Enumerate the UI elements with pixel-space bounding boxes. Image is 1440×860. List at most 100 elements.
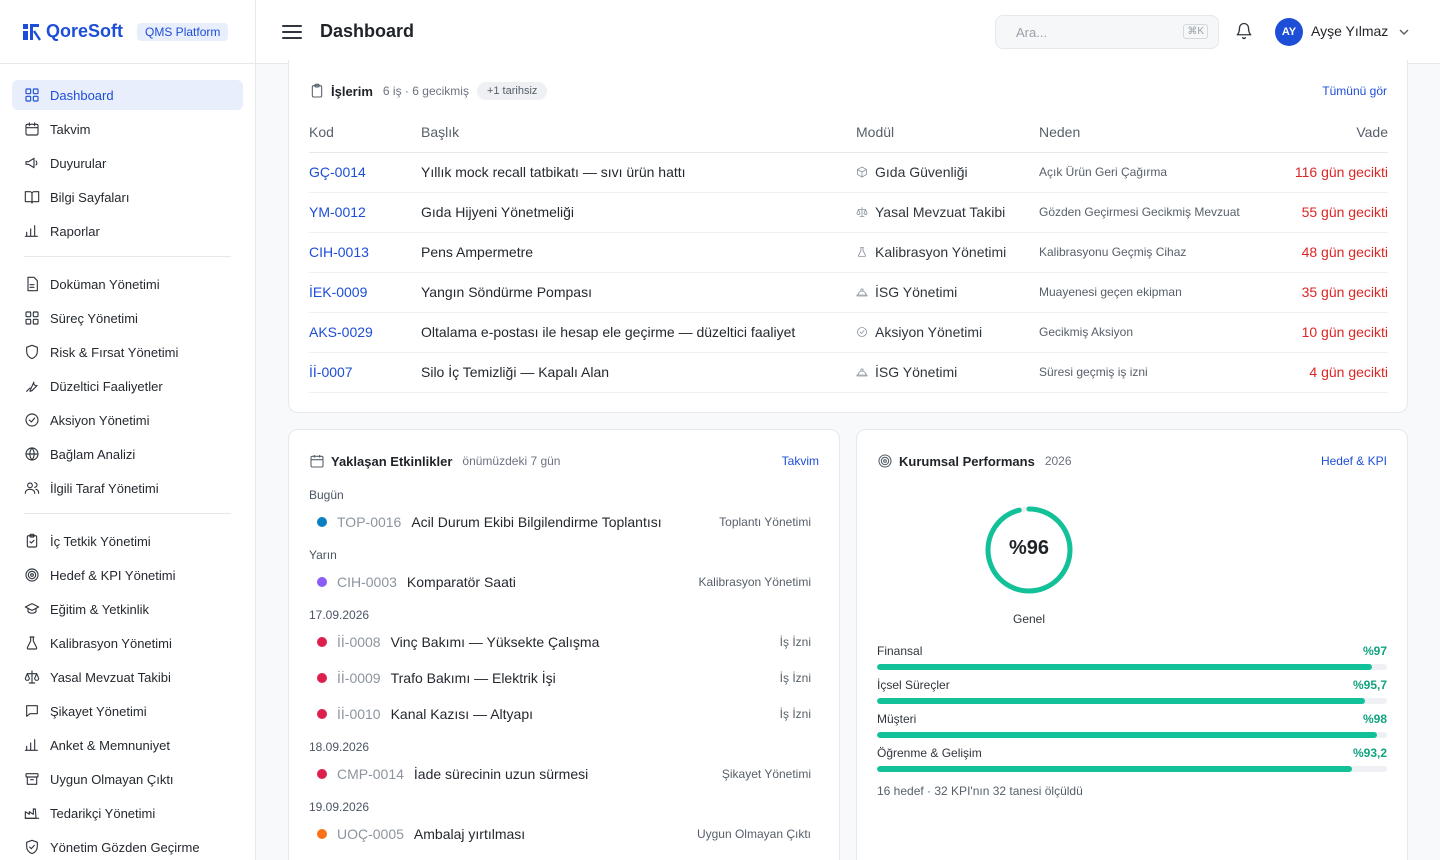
task-title[interactable]: Yıllık mock recall tatbikatı — sıvı ürün… bbox=[421, 152, 856, 193]
sidebar-item-süreç-yönetimi[interactable]: Süreç Yönetimi bbox=[12, 303, 243, 333]
sidebar-item-i-lgili-taraf-yönetimi[interactable]: İlgili Taraf Yönetimi bbox=[12, 473, 243, 503]
event-code[interactable]: CIH-0003 bbox=[337, 574, 397, 590]
sidebar-item-doküman-yönetimi[interactable]: Doküman Yönetimi bbox=[12, 269, 243, 299]
graduation-cap-icon bbox=[24, 601, 40, 617]
column-header-module[interactable]: Modül bbox=[856, 112, 1039, 153]
sidebar-item-label: Duyurular bbox=[50, 155, 107, 171]
chevron-down-icon[interactable] bbox=[1398, 26, 1410, 38]
event-code[interactable]: İİ-0010 bbox=[337, 706, 381, 722]
task-title[interactable]: Pens Ampermetre bbox=[421, 232, 856, 273]
event-title[interactable]: Acil Durum Ekibi Bilgilendirme Toplantıs… bbox=[411, 514, 661, 530]
corporate-performance-card: Kurumsal Performans 2026 Hedef & KPI %96… bbox=[856, 429, 1408, 860]
search-box[interactable]: ⌘K bbox=[995, 15, 1219, 49]
user-name[interactable]: Ayşe Yılmaz bbox=[1311, 23, 1388, 39]
status-dot bbox=[317, 673, 327, 683]
kpi-link[interactable]: Hedef & KPI bbox=[1321, 454, 1387, 468]
sidebar-item-şikayet-yönetimi[interactable]: Şikayet Yönetimi bbox=[12, 696, 243, 726]
task-code[interactable]: GÇ-0014 bbox=[309, 152, 421, 193]
sidebar-item-tedarikçi-yönetimi[interactable]: Tedarikçi Yönetimi bbox=[12, 798, 243, 828]
event-title[interactable]: Kanal Kazısı — Altyapı bbox=[391, 706, 533, 722]
table-row[interactable]: GÇ-0014 Yıllık mock recall tatbikatı — sı… bbox=[309, 152, 1388, 193]
task-reason: Gecikmiş Aksiyon bbox=[1039, 312, 1259, 353]
kpi-row[interactable]: Öğrenme & Gelişim %93,2 bbox=[877, 746, 1387, 772]
task-code[interactable]: CIH-0013 bbox=[309, 232, 421, 273]
table-row[interactable]: İİ-0007 Silo İç Temizliği — Kapalı Alan İS… bbox=[309, 352, 1388, 393]
sidebar-item-düzeltici-faaliyetler[interactable]: Düzeltici Faaliyetler bbox=[12, 371, 243, 401]
task-code[interactable]: AKS-0029 bbox=[309, 312, 421, 353]
kpi-row[interactable]: İçsel Süreçler %95,7 bbox=[877, 678, 1387, 704]
globe-icon bbox=[24, 446, 40, 462]
sidebar-item-aksiyon-yönetimi[interactable]: Aksiyon Yönetimi bbox=[12, 405, 243, 435]
task-reason: Gözden Geçirmesi Gecikmiş Mevzuat bbox=[1039, 192, 1259, 233]
list-item[interactable]: İİ-0009 Trafo Bakımı — Elektrik İşi İş İzn… bbox=[309, 668, 811, 688]
sidebar-item-raporlar[interactable]: Raporlar bbox=[12, 216, 243, 246]
sidebar-item-duyurular[interactable]: Duyurular bbox=[12, 148, 243, 178]
sidebar-item-label: Tedarikçi Yönetimi bbox=[50, 805, 156, 821]
list-item[interactable]: CIH-0003 Komparatör Saati Kalibrasyon Yöne… bbox=[309, 572, 811, 592]
sidebar-item-label: İç Tetkik Yönetimi bbox=[50, 533, 151, 549]
task-title[interactable]: Silo İç Temizliği — Kapalı Alan bbox=[421, 352, 856, 393]
list-item[interactable]: UOÇ-0005 Ambalaj yırtılması Uygun Olmayan … bbox=[309, 824, 811, 844]
event-code[interactable]: UOÇ-0005 bbox=[337, 826, 404, 842]
sidebar-item-yönetim-gözden-geçirme[interactable]: Yönetim Gözden Geçirme bbox=[12, 832, 243, 860]
event-code[interactable]: İİ-0008 bbox=[337, 634, 381, 650]
task-title[interactable]: Oltalama e-postası ile hesap ele geçirme… bbox=[421, 312, 856, 353]
sidebar-item-bağlam-analizi[interactable]: Bağlam Analizi bbox=[12, 439, 243, 469]
sidebar-item-risk-fırsat-yönetimi[interactable]: Risk & Fırsat Yönetimi bbox=[12, 337, 243, 367]
sidebar-item-label: Bilgi Sayfaları bbox=[50, 189, 130, 205]
list-item[interactable]: İİ-0010 Kanal Kazısı — Altyapı İş İzni bbox=[309, 704, 811, 724]
sidebar-item-hedef-kpi-yönetimi[interactable]: Hedef & KPI Yönetimi bbox=[12, 560, 243, 590]
table-row[interactable]: YM-0012 Gıda Hijyeni Yönetmeliği Yasal Mev… bbox=[309, 192, 1388, 233]
undated-pill[interactable]: +1 tarihsiz bbox=[476, 82, 548, 100]
event-title[interactable]: Ambalaj yırtılması bbox=[414, 826, 525, 842]
task-code[interactable]: YM-0012 bbox=[309, 192, 421, 233]
wrench-icon bbox=[24, 378, 40, 394]
list-item[interactable]: TOP-0016 Acil Durum Ekibi Bilgilendirme T… bbox=[309, 512, 811, 532]
sidebar-item-takvim[interactable]: Takvim bbox=[12, 114, 243, 144]
sidebar-item-bilgi-sayfaları[interactable]: Bilgi Sayfaları bbox=[12, 182, 243, 212]
sidebar-item-dashboard[interactable]: Dashboard bbox=[12, 80, 243, 110]
event-code[interactable]: CMP-0014 bbox=[337, 766, 404, 782]
event-code[interactable]: TOP-0016 bbox=[337, 514, 401, 530]
table-row[interactable]: AKS-0029 Oltalama e-postası ile hesap ele… bbox=[309, 312, 1388, 353]
column-header-code[interactable]: Kod bbox=[309, 112, 421, 153]
calendar-link[interactable]: Takvim bbox=[782, 454, 819, 468]
card-title: İşlerim bbox=[331, 83, 373, 99]
task-title[interactable]: Gıda Hijyeni Yönetmeliği bbox=[421, 192, 856, 233]
avatar[interactable]: AY bbox=[1275, 18, 1303, 46]
event-title[interactable]: Vinç Bakımı — Yüksekte Çalışma bbox=[391, 634, 600, 650]
search-input[interactable] bbox=[1016, 24, 1166, 40]
list-item[interactable]: İİ-0008 Vinç Bakımı — Yüksekte Çalışma İş … bbox=[309, 632, 811, 652]
sidebar-item-uygun-olmayan-çıktı[interactable]: Uygun Olmayan Çıktı bbox=[12, 764, 243, 794]
sidebar-item-eğitim-yetkinlik[interactable]: Eğitim & Yetkinlik bbox=[12, 594, 243, 624]
event-title[interactable]: Trafo Bakımı — Elektrik İşi bbox=[391, 670, 556, 686]
column-header-reason[interactable]: Neden bbox=[1039, 112, 1259, 153]
task-due: 10 gün gecikti bbox=[1259, 312, 1388, 353]
bell-icon[interactable] bbox=[1235, 22, 1253, 40]
event-title[interactable]: Komparatör Saati bbox=[407, 574, 516, 590]
table-row[interactable]: İEK-0009 Yangın Söndürme Pompası İSG Yönet… bbox=[309, 272, 1388, 313]
kpi-row[interactable]: Finansal %97 bbox=[877, 644, 1387, 670]
task-module: Aksiyon Yönetimi bbox=[856, 312, 1039, 353]
task-title[interactable]: Yangın Söndürme Pompası bbox=[421, 272, 856, 313]
task-code[interactable]: İİ-0007 bbox=[309, 352, 421, 393]
kpi-row[interactable]: Müşteri %98 bbox=[877, 712, 1387, 738]
view-all-link[interactable]: Tümünü gör bbox=[1322, 84, 1387, 98]
task-reason: Açık Ürün Geri Çağırma bbox=[1039, 152, 1259, 193]
brand-logo[interactable]: QoreSoft bbox=[20, 21, 123, 42]
column-header-title[interactable]: Başlık bbox=[421, 112, 856, 153]
menu-icon[interactable] bbox=[282, 24, 302, 40]
sidebar-item-anket-memnuniyet[interactable]: Anket & Memnuniyet bbox=[12, 730, 243, 760]
table-row[interactable]: CIH-0013 Pens Ampermetre Kalibrasyon Yönet… bbox=[309, 232, 1388, 273]
sidebar-item-yasal-mevzuat-takibi[interactable]: Yasal Mevzuat Takibi bbox=[12, 662, 243, 692]
task-code[interactable]: İEK-0009 bbox=[309, 272, 421, 313]
column-header-due[interactable]: Vade bbox=[1259, 112, 1388, 153]
event-code[interactable]: İİ-0009 bbox=[337, 670, 381, 686]
sidebar-item-i-ç-tetkik-yönetimi[interactable]: İç Tetkik Yönetimi bbox=[12, 526, 243, 556]
event-module: Uygun Olmayan Çıktı bbox=[696, 827, 811, 841]
event-module: Toplantı Yönetimi bbox=[719, 515, 811, 529]
event-title[interactable]: İade sürecinin uzun sürmesi bbox=[414, 766, 588, 782]
search-shortcut: ⌘K bbox=[1183, 24, 1208, 39]
sidebar-item-kalibrasyon-yönetimi[interactable]: Kalibrasyon Yönetimi bbox=[12, 628, 243, 658]
list-item[interactable]: CMP-0014 İade sürecinin uzun sürmesi Şikay… bbox=[309, 764, 811, 784]
